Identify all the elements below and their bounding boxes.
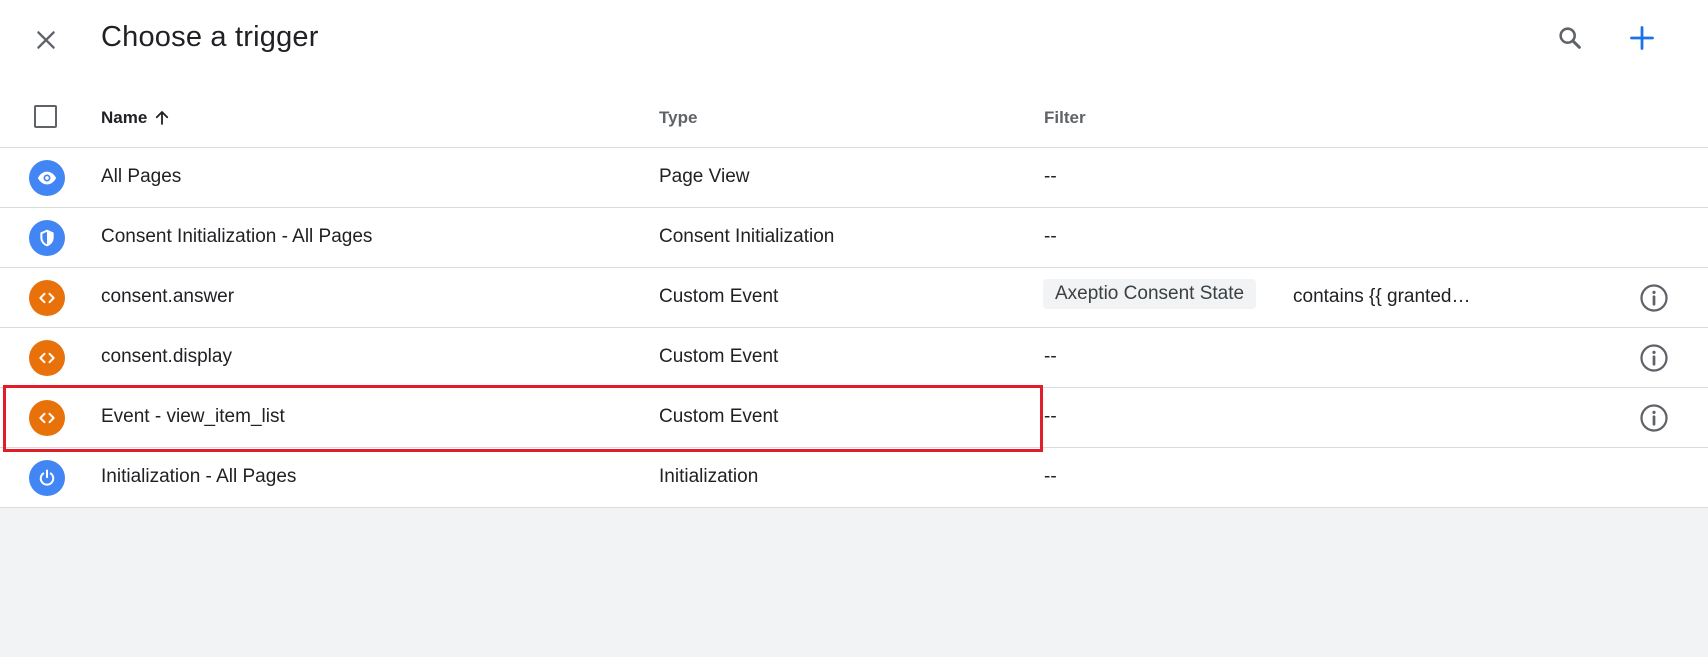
trigger-type: Custom Event [659, 286, 779, 307]
trigger-name: Consent Initialization - All Pages [101, 226, 373, 247]
trigger-filter: -- [1044, 166, 1057, 187]
info-icon [1640, 284, 1668, 312]
table-row[interactable]: consent.display Custom Event -- [0, 328, 1708, 388]
table-row[interactable]: Consent Initialization - All Pages Conse… [0, 208, 1708, 268]
info-icon [1640, 344, 1668, 372]
column-header-type[interactable]: Type [659, 108, 697, 128]
trigger-name: Event - view_item_list [101, 406, 285, 427]
table-row[interactable]: All Pages Page View -- [0, 148, 1708, 208]
trigger-name: All Pages [101, 166, 182, 187]
table-row[interactable]: Initialization - All Pages Initializatio… [0, 448, 1708, 508]
info-button[interactable] [1637, 341, 1671, 375]
header: Choose a trigger [0, 0, 1708, 84]
page-title: Choose a trigger [101, 21, 319, 53]
info-icon [1640, 404, 1668, 432]
add-trigger-button[interactable] [1624, 20, 1660, 56]
code-icon [29, 400, 65, 436]
filter-variable-chip: Axeptio Consent State [1043, 279, 1257, 309]
table-header: Name Type Filter [0, 88, 1708, 148]
code-icon [29, 280, 65, 316]
trigger-name: consent.display [101, 346, 232, 367]
table-row[interactable]: Event - view_item_list Custom Event -- [0, 388, 1708, 448]
trigger-type: Initialization [659, 466, 759, 487]
table-row[interactable]: consent.answer Custom Event Axeptio Cons… [0, 268, 1708, 328]
trigger-type: Page View [659, 166, 750, 187]
trigger-type: Custom Event [659, 346, 779, 367]
trigger-name: Initialization - All Pages [101, 466, 297, 487]
arrow-up-icon [156, 111, 169, 125]
eye-icon [29, 160, 65, 196]
trigger-name: consent.answer [101, 286, 235, 307]
column-header-name-label: Name [101, 108, 148, 127]
close-icon [37, 31, 55, 49]
search-icon [1559, 27, 1581, 49]
power-icon [29, 460, 65, 496]
search-button[interactable] [1552, 20, 1588, 56]
column-header-name[interactable]: Name [101, 108, 171, 128]
select-all-checkbox[interactable] [34, 105, 57, 128]
add-icon [1630, 26, 1654, 50]
trigger-type: Custom Event [659, 406, 779, 427]
shield-icon [29, 220, 65, 256]
trigger-filter: -- [1044, 226, 1057, 247]
code-icon [29, 340, 65, 376]
close-button[interactable] [28, 22, 64, 58]
trigger-filter: -- [1044, 406, 1057, 427]
info-button[interactable] [1637, 401, 1671, 435]
trigger-filter: contains {{ granted… [1293, 286, 1471, 307]
trigger-filter: -- [1044, 466, 1057, 487]
column-header-filter[interactable]: Filter [1044, 108, 1086, 128]
trigger-picker-panel: Choose a trigger Name Type Filter All Pa… [0, 0, 1708, 508]
trigger-type: Consent Initialization [659, 226, 835, 247]
trigger-filter: -- [1044, 346, 1057, 367]
info-button[interactable] [1637, 281, 1671, 315]
